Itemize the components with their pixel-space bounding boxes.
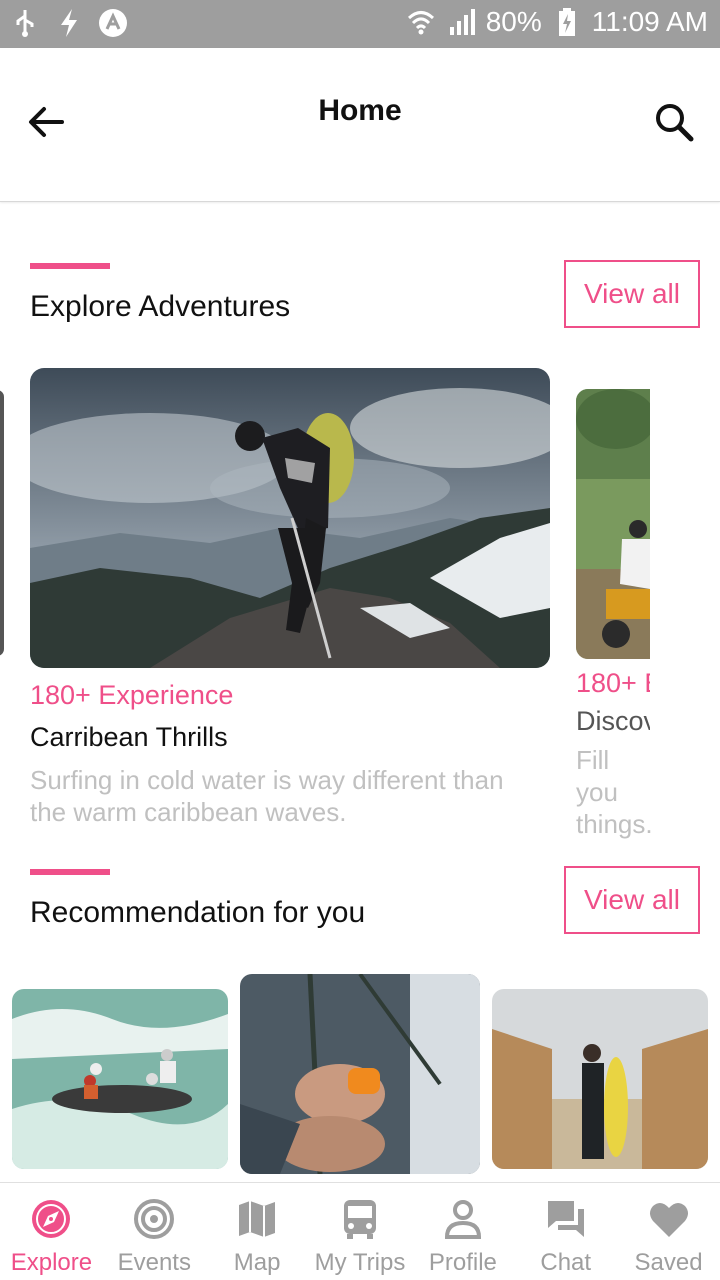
- status-bar: 80% 11:09 AM: [0, 0, 720, 48]
- card-title: Carribean Thrills: [30, 722, 228, 752]
- person-icon: [441, 1197, 485, 1241]
- nav-chat-label: Chat: [540, 1249, 592, 1276]
- chat-icon: [544, 1197, 588, 1241]
- climbing-image[interactable]: [240, 974, 480, 1174]
- nav-saved-label: Saved: [634, 1249, 703, 1276]
- page-title: Home: [318, 94, 402, 127]
- nav-my-trips-label: My Trips: [314, 1249, 406, 1276]
- flash-icon: [54, 8, 84, 38]
- nav-profile-label: Profile: [428, 1249, 497, 1276]
- surfing-image[interactable]: [492, 989, 708, 1169]
- nav-map[interactable]: Map: [206, 1183, 309, 1280]
- map-icon: [235, 1197, 279, 1241]
- recommendation-section-title: Recommendation for you: [30, 896, 366, 929]
- usb-icon: [10, 8, 40, 38]
- nav-events-label: Events: [117, 1249, 191, 1276]
- target-icon: [132, 1197, 176, 1241]
- nav-saved[interactable]: Saved: [617, 1183, 720, 1280]
- app-bar: Home: [0, 48, 720, 202]
- nav-explore[interactable]: Explore: [0, 1183, 103, 1280]
- adventure-card-image[interactable]: [30, 368, 550, 668]
- bus-icon: [338, 1197, 382, 1241]
- battery-percent: 80%: [485, 6, 542, 37]
- previous-card-image[interactable]: [0, 390, 4, 656]
- section-accent-bar: [30, 263, 110, 269]
- search-icon[interactable]: [652, 100, 696, 144]
- next-card-experience: 180+ E: [576, 668, 650, 698]
- section-accent-bar-2: [30, 869, 110, 875]
- explore-section-title: Explore Adventures: [30, 290, 291, 323]
- battery-charging-icon: [552, 7, 582, 37]
- compass-icon: [29, 1197, 73, 1241]
- bottom-navigation: Explore Events Map My Trips Profile Chat: [0, 1182, 720, 1280]
- signal-icon: [446, 7, 476, 37]
- next-card-title: Discov: [576, 706, 650, 736]
- rafting-image[interactable]: [12, 989, 228, 1169]
- nav-profile[interactable]: Profile: [411, 1183, 514, 1280]
- nav-events[interactable]: Events: [103, 1183, 206, 1280]
- nav-explore-label: Explore: [10, 1249, 93, 1276]
- card-description: Surfing in cold water is way different t…: [30, 765, 504, 827]
- app-icon: [98, 8, 128, 38]
- nav-chat[interactable]: Chat: [514, 1183, 617, 1280]
- wifi-icon: [406, 7, 436, 37]
- heart-icon: [647, 1197, 691, 1241]
- next-card-image[interactable]: [576, 389, 650, 659]
- nav-map-label: Map: [233, 1249, 281, 1276]
- clock: 11:09 AM: [591, 6, 708, 37]
- explore-view-all-button[interactable]: View all: [564, 260, 700, 328]
- recommendation-view-all-button[interactable]: View all: [564, 866, 700, 934]
- nav-my-trips[interactable]: My Trips: [309, 1183, 412, 1280]
- next-card-description: Fill you things.: [576, 745, 652, 839]
- card-experience-count: 180+ Experience: [30, 680, 234, 710]
